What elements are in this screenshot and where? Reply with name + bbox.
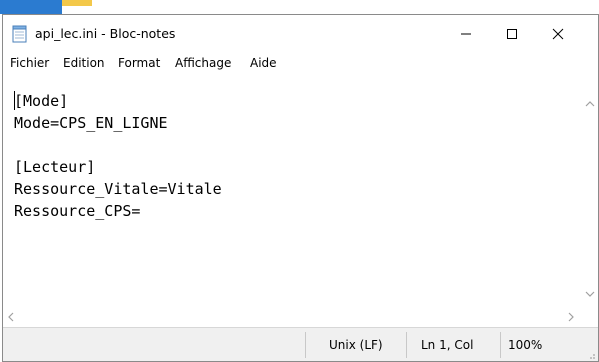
scroll-down-icon[interactable]: [585, 289, 595, 299]
window-title: api_lec.ini - Bloc-notes: [35, 26, 176, 41]
status-bar: Unix (LF) Ln 1, Col 100%: [3, 327, 598, 361]
scrollbar-corner: [582, 309, 598, 325]
horizontal-scrollbar[interactable]: [3, 309, 582, 325]
menu-aide[interactable]: Aide: [250, 56, 277, 70]
close-button[interactable]: [535, 15, 581, 53]
minimize-button[interactable]: [443, 15, 489, 53]
notepad-icon: [12, 25, 27, 43]
background-yellow-block: [62, 0, 92, 6]
menu-fichier[interactable]: Fichier: [10, 56, 49, 70]
menu-affichage[interactable]: Affichage: [175, 56, 231, 70]
menu-format[interactable]: Format: [118, 56, 160, 70]
status-line-ending: Unix (LF): [329, 338, 383, 352]
status-position: Ln 1, Col: [421, 338, 474, 352]
maximize-button[interactable]: [489, 15, 535, 53]
editor-line: [Lecteur]: [14, 158, 96, 176]
vertical-scrollbar[interactable]: [582, 75, 598, 309]
scroll-up-icon[interactable]: [585, 99, 595, 109]
title-bar[interactable]: api_lec.ini - Bloc-notes: [3, 15, 598, 53]
notepad-window: api_lec.ini - Bloc-notes Fichier Edition…: [2, 14, 599, 362]
minimize-icon: [461, 33, 471, 35]
maximize-icon: [507, 29, 517, 39]
scroll-left-icon[interactable]: [6, 312, 16, 322]
editor-line: Ressource_Vitale=Vitale: [14, 180, 222, 198]
status-divider: [305, 332, 306, 358]
scroll-right-icon[interactable]: [566, 312, 576, 322]
status-divider: [406, 332, 407, 358]
background-blue-block: [0, 0, 62, 14]
status-divider: [500, 332, 501, 358]
editor-line: [Mode]: [14, 92, 69, 110]
background-strip: [0, 0, 599, 14]
editor-line: Ressource_CPS=: [14, 202, 141, 220]
close-icon: [552, 28, 564, 40]
resize-grip-icon[interactable]: [586, 350, 596, 360]
text-editor[interactable]: [Mode] Mode=CPS_EN_LIGNE [Lecteur] Resso…: [3, 75, 582, 309]
status-zoom: 100%: [508, 338, 543, 352]
editor-line: Mode=CPS_EN_LIGNE: [14, 114, 168, 132]
menu-edition[interactable]: Edition: [63, 56, 105, 70]
menu-bar: Fichier Edition Format Affichage Aide: [3, 53, 598, 75]
